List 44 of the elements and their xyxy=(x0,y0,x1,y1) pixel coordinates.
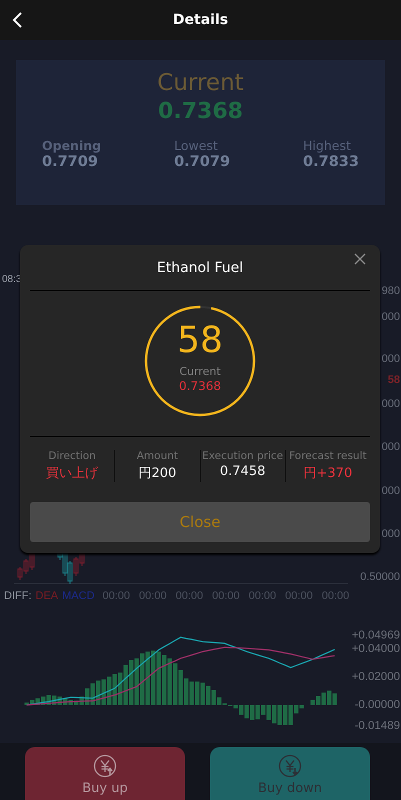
trade-button[interactable]: Buy up xyxy=(25,747,185,800)
current-label: Current xyxy=(157,69,244,98)
axis-label: 0.50000 xyxy=(360,571,400,583)
axis-label: 000 xyxy=(382,311,400,323)
detail-value: 0.7458 xyxy=(220,464,266,479)
close-icon[interactable] xyxy=(354,253,366,265)
countdown-number: 58 xyxy=(177,321,223,361)
detail-label: Forecast result xyxy=(289,450,367,462)
current-label: Current xyxy=(179,365,221,378)
axis-label: +0.02000 xyxy=(352,670,400,683)
legend-label: DEA xyxy=(36,590,58,602)
axis-label: -0.00000 xyxy=(354,698,400,711)
close-button[interactable]: Close xyxy=(30,502,370,542)
current-price: 0.7368 xyxy=(179,379,221,393)
detail-value: 買い上げ xyxy=(46,465,98,482)
detail-label: Amount xyxy=(136,450,178,462)
yen-coin-icon xyxy=(93,754,117,778)
axis-label: 000 xyxy=(382,398,400,410)
axis-label: 980 xyxy=(382,285,400,297)
detail-label: Execution price xyxy=(202,450,284,462)
axis-label: 000 xyxy=(382,485,400,497)
page-title: Details xyxy=(172,12,228,28)
stat-value: 0.7833 xyxy=(303,154,359,170)
detail-label: Direction xyxy=(48,450,96,462)
axis-label: +0.04969 xyxy=(352,629,400,642)
yen-coin-icon xyxy=(278,754,302,778)
stat-label: Lowest xyxy=(174,138,219,153)
legend-label: DIFF: xyxy=(4,590,32,602)
stat-label: Opening xyxy=(42,138,102,153)
detail-value: 円+370 xyxy=(304,465,352,482)
current-price: 0.7368 xyxy=(158,98,243,126)
legend-label: MACD xyxy=(62,590,95,602)
axis-label: 000 xyxy=(382,528,400,540)
axis-label: +0.04000 xyxy=(352,642,400,655)
axis-label: 58 xyxy=(388,373,400,388)
axis-label: 000 xyxy=(382,441,400,453)
dialog-title: Ethanol Fuel xyxy=(156,260,244,278)
stat-value: 0.7079 xyxy=(174,154,230,170)
stat-label: Highest xyxy=(303,138,352,153)
axis-label: 000 xyxy=(382,353,400,365)
back-icon[interactable] xyxy=(11,11,23,29)
detail-value: 円200 xyxy=(138,465,176,482)
axis-label: -0.01489 xyxy=(354,720,400,732)
stat-value: 0.7709 xyxy=(42,154,99,170)
